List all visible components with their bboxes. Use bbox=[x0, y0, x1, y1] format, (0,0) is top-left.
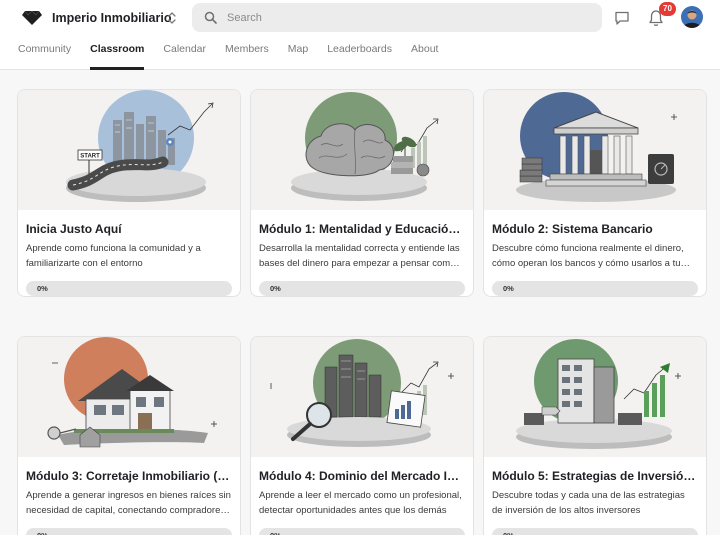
course-description: Descubre todas y cada una de las estrate… bbox=[492, 490, 685, 516]
search-input[interactable] bbox=[227, 11, 567, 24]
course-card-0[interactable]: START Inicia Justo Aquí Aprende como fun… bbox=[17, 89, 241, 297]
tab-members[interactable]: Members bbox=[225, 43, 269, 70]
course-title: Módulo 1: Mentalidad y Educación Financi… bbox=[259, 222, 464, 236]
tab-community[interactable]: Community bbox=[18, 43, 71, 70]
course-card-1[interactable]: Módulo 1: Mentalidad y Educación Financi… bbox=[250, 89, 474, 297]
tab-classroom[interactable]: Classroom bbox=[90, 43, 145, 70]
course-image-house-keys bbox=[18, 337, 240, 457]
course-title: Módulo 2: Sistema Bancario bbox=[492, 222, 653, 236]
course-title: Módulo 4: Dominio del Mercado Inmobiliar… bbox=[259, 469, 464, 483]
course-image-investment bbox=[484, 337, 706, 457]
course-title: Inicia Justo Aquí bbox=[26, 222, 122, 236]
tab-map[interactable]: Map bbox=[288, 43, 308, 70]
community-switcher[interactable]: Imperio Inmobiliario bbox=[22, 8, 171, 28]
tab-about[interactable]: About bbox=[411, 43, 438, 70]
start-sign-text: START bbox=[80, 154, 100, 160]
progress-label: 0% bbox=[503, 528, 514, 535]
search-icon bbox=[204, 11, 217, 24]
course-progress-bar: 0% bbox=[492, 281, 698, 296]
chevron-up-down-icon[interactable] bbox=[166, 11, 178, 25]
progress-label: 0% bbox=[37, 284, 48, 293]
notification-badge: 70 bbox=[659, 2, 676, 16]
course-description: Aprende a generar ingresos en bienes raí… bbox=[26, 490, 231, 516]
chat-icon[interactable] bbox=[614, 10, 630, 26]
course-description: Desarrolla la mentalidad correcta y enti… bbox=[259, 243, 460, 269]
course-title: Módulo 5: Estrategias de Inversión Inmob… bbox=[492, 469, 697, 483]
course-image-market bbox=[251, 337, 473, 457]
progress-label: 0% bbox=[270, 528, 281, 535]
progress-label: 0% bbox=[503, 284, 514, 293]
community-name: Imperio Inmobiliario bbox=[52, 11, 172, 25]
nav-tabs: Community Classroom Calendar Members Map… bbox=[18, 43, 457, 70]
top-header: Imperio Inmobiliario 70 Community Classr… bbox=[0, 0, 720, 70]
course-progress-bar: 0% bbox=[26, 528, 232, 535]
course-progress-bar: 0% bbox=[26, 281, 232, 296]
search-bar[interactable] bbox=[192, 3, 602, 32]
course-progress-bar: 0% bbox=[259, 281, 465, 296]
course-card-3[interactable]: Módulo 3: Corretaje Inmobiliario (Wholes… bbox=[17, 336, 241, 535]
course-card-4[interactable]: Módulo 4: Dominio del Mercado Inmobiliar… bbox=[250, 336, 474, 535]
progress-label: 0% bbox=[270, 284, 281, 293]
course-image-road-city: START bbox=[18, 90, 240, 210]
tab-calendar[interactable]: Calendar bbox=[163, 43, 206, 70]
course-description: Aprende a leer el mercado como un profes… bbox=[259, 490, 462, 516]
course-card-2[interactable]: Módulo 2: Sistema Bancario Descubre cómo… bbox=[483, 89, 707, 297]
course-image-bank bbox=[484, 90, 706, 210]
avatar[interactable] bbox=[681, 6, 703, 28]
course-description: Aprende como funciona la comunidad y a f… bbox=[26, 243, 201, 269]
course-card-5[interactable]: Módulo 5: Estrategias de Inversión Inmob… bbox=[483, 336, 707, 535]
course-description: Descubre cómo funciona realmente el dine… bbox=[492, 243, 684, 269]
tab-leaderboards[interactable]: Leaderboards bbox=[327, 43, 392, 70]
course-image-brain-money bbox=[251, 90, 473, 210]
brand-diamond-icon bbox=[22, 11, 42, 25]
course-progress-bar: 0% bbox=[492, 528, 698, 535]
progress-label: 0% bbox=[37, 528, 48, 535]
course-title: Módulo 3: Corretaje Inmobiliario (Wholes… bbox=[26, 469, 231, 483]
course-progress-bar: 0% bbox=[259, 528, 465, 535]
